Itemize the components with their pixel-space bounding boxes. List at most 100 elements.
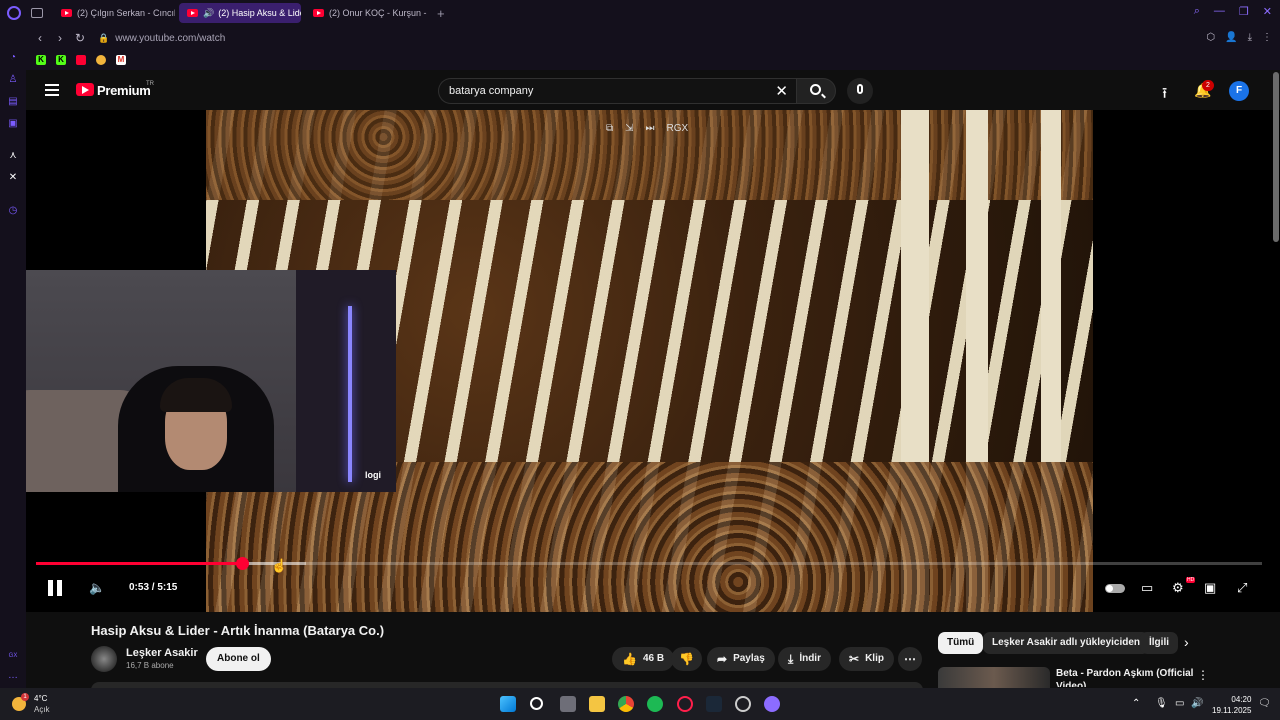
recommendation-title[interactable]: Beta - Pardon Aşkım (Official Video) <box>1056 667 1196 687</box>
steam-icon[interactable] <box>706 696 722 712</box>
url-field[interactable]: www.youtube.com/watch <box>115 33 225 44</box>
tab-label: (2) Onur KOÇ - Kurşun - Y <box>329 8 427 18</box>
kick-icon[interactable]: K <box>56 55 66 65</box>
subtitles-icon[interactable]: ▭ <box>1141 580 1153 596</box>
video-player[interactable]: ⧉ ⇲ ⏭ RGX logi ☝ 🔈 0:53 / 5:15 ▭ ⚙ HD ▣ … <box>26 110 1280 612</box>
clip-button[interactable]: ✂ Klip <box>839 647 894 671</box>
opera-gx-logo-icon[interactable] <box>7 6 21 20</box>
pause-button[interactable] <box>48 580 62 596</box>
app-icon[interactable] <box>735 696 751 712</box>
search-input[interactable]: batarya company ✕ <box>438 78 796 104</box>
app-purple-icon[interactable] <box>764 696 780 712</box>
progress-scrubber[interactable] <box>235 557 249 570</box>
more-icon[interactable]: … <box>7 670 19 682</box>
webcam-overlay: logi <box>26 270 396 492</box>
youtube-icon[interactable] <box>76 55 86 65</box>
recommendation-thumbnail[interactable] <box>938 667 1050 688</box>
download-label: İndir <box>799 653 821 664</box>
tab-cilgin-serkan[interactable]: (2) Çılgın Serkan - Cıncık <box>53 3 175 23</box>
new-tab-button[interactable]: + <box>437 6 445 21</box>
download-button[interactable]: ⤓ İndir <box>778 647 831 671</box>
clear-search-icon[interactable]: ✕ <box>775 82 788 100</box>
recommendation-menu-icon[interactable]: ⋮ <box>1197 668 1209 682</box>
file-explorer-icon[interactable] <box>589 696 605 712</box>
search-button[interactable] <box>796 78 836 104</box>
twitch-icon[interactable]: ▤ <box>7 96 19 108</box>
miniplayer-icon[interactable]: ⧉ <box>606 123 613 134</box>
skip-icon[interactable]: ⏭ <box>646 123 655 134</box>
chip-from-uploader[interactable]: Leşker Asakir adlı yükleyiciden <box>983 632 1150 654</box>
close-icon[interactable]: ✕ <box>1263 5 1272 18</box>
clock-time: 04:20 <box>1231 695 1252 704</box>
download-icon[interactable]: ⤓ <box>1248 32 1252 43</box>
volume-icon[interactable]: 🔈 <box>89 580 105 596</box>
extensions-icon[interactable]: ⬡ <box>1206 32 1215 43</box>
channel-name[interactable]: Leşker Asakir <box>126 647 198 659</box>
tab-overview-icon[interactable] <box>31 8 43 18</box>
lock-icon[interactable]: 🔒 <box>98 33 109 44</box>
menu-icon[interactable]: ⋮ <box>1262 32 1272 43</box>
youtube-premium-wordmark[interactable]: Premium <box>97 83 151 98</box>
spotify-icon[interactable] <box>647 696 663 712</box>
tab-hasip-aksu[interactable]: 🔊 (2) Hasip Aksu & Lider <box>179 3 301 23</box>
minimize-icon[interactable]: — <box>1214 5 1225 18</box>
more-actions-button[interactable]: ⋯ <box>898 647 922 671</box>
account-avatar[interactable]: F <box>1229 81 1249 101</box>
hamburger-menu-icon[interactable] <box>45 84 59 96</box>
search-tabs-icon[interactable]: ⌕ <box>1194 5 1200 18</box>
page-scrollbar[interactable] <box>1273 72 1279 242</box>
theater-mode-icon[interactable]: ▣ <box>1204 580 1216 596</box>
share-button[interactable]: ➦ Paylaş <box>707 647 775 671</box>
taskbar-clock[interactable]: 04:20 19.11.2025 <box>1212 694 1251 716</box>
upload-icon[interactable]: ⭱ <box>1162 83 1167 108</box>
gx-icon[interactable]: GX <box>7 650 19 662</box>
window-controls: ⌕ — ❐ ✕ <box>1194 5 1272 18</box>
settings-gear-icon[interactable]: ⚙ <box>1172 580 1184 596</box>
notification-icon[interactable]: 🗨 <box>1258 698 1271 709</box>
fullscreen-icon[interactable]: ⤢ <box>1237 580 1247 596</box>
autoplay-toggle[interactable] <box>1105 584 1125 593</box>
dislike-button[interactable]: 👎 <box>671 647 702 671</box>
gx-corner-icon[interactable]: ♙ <box>7 74 19 86</box>
arc-icon[interactable]: ⋏ <box>7 150 19 162</box>
chip-all[interactable]: Tümü <box>938 632 984 654</box>
subscriber-count: 16,7 B abone <box>126 661 174 670</box>
chip-related[interactable]: İlgili <box>1140 632 1178 654</box>
forward-icon[interactable]: › <box>50 31 70 45</box>
subscribe-button[interactable]: Abone ol <box>206 647 271 671</box>
like-button[interactable]: 👍 46 B <box>612 647 675 671</box>
start-icon[interactable] <box>500 696 516 712</box>
x-icon[interactable]: ✕ <box>7 172 19 184</box>
overlay-controls: ⧉ ⇲ ⏭ RGX <box>606 123 688 134</box>
gmail-icon[interactable]: M <box>116 55 126 65</box>
tray-network-icon[interactable]: ▭ <box>1175 698 1184 709</box>
opera-gx-icon[interactable] <box>677 696 693 712</box>
messenger-icon[interactable]: ▣ <box>7 118 19 130</box>
voice-search-button[interactable] <box>847 78 873 104</box>
search-icon[interactable] <box>530 697 543 710</box>
tray-mic-icon[interactable]: 🎙 <box>1155 698 1168 709</box>
channel-avatar[interactable] <box>91 646 117 672</box>
maximize-icon[interactable]: ❐ <box>1239 5 1249 18</box>
chrome-icon[interactable] <box>96 55 106 65</box>
chrome-icon[interactable] <box>618 696 634 712</box>
popout-icon[interactable]: ⇲ <box>625 123 633 134</box>
speaker-icon[interactable]: 🔊 <box>203 8 214 19</box>
history-icon[interactable]: ◷ <box>7 205 19 217</box>
kick-icon[interactable]: K <box>36 55 46 65</box>
rgx-label[interactable]: RGX <box>667 123 689 134</box>
youtube-logo-icon[interactable] <box>76 83 94 96</box>
chevron-right-icon[interactable]: › <box>1184 634 1189 650</box>
weather-badge: 1 <box>21 693 29 701</box>
search-query[interactable]: batarya company <box>449 85 533 97</box>
task-view-icon[interactable] <box>560 696 576 712</box>
temperature[interactable]: 4°C <box>34 694 47 703</box>
gx-control-icon[interactable]: ◔ <box>7 52 19 64</box>
profile-icon[interactable]: 👤 <box>1225 32 1237 43</box>
back-icon[interactable]: ‹ <box>30 31 50 45</box>
tab-onur-koc[interactable]: (2) Onur KOÇ - Kurşun - Y <box>305 3 427 23</box>
tray-volume-icon[interactable]: 🔊 <box>1191 698 1203 709</box>
weather-condition[interactable]: Açık <box>34 705 50 714</box>
tray-chevron-icon[interactable]: ⌃ <box>1132 698 1140 709</box>
reload-icon[interactable]: ↻ <box>70 31 90 45</box>
